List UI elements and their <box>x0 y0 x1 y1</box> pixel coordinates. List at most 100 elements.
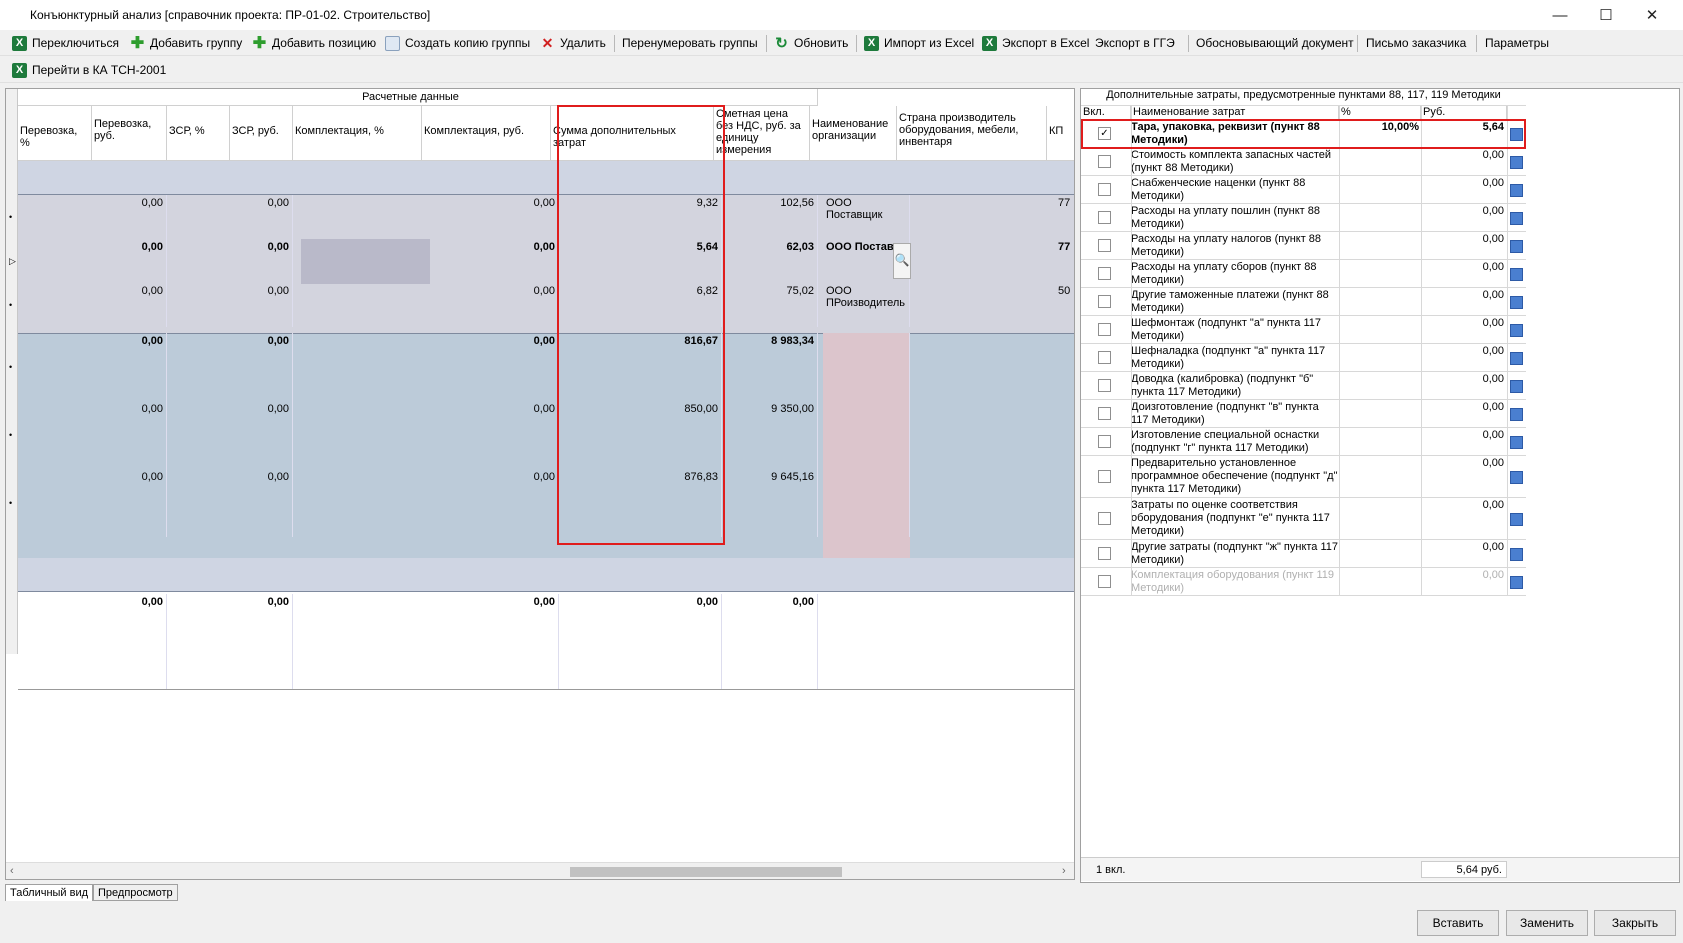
col-header-percent[interactable]: % <box>1339 106 1421 120</box>
row-marker[interactable]: • <box>9 212 12 222</box>
cost-rub[interactable]: 0,00 <box>1421 569 1504 582</box>
cell-transport-rub[interactable]: 0,00 <box>92 401 167 469</box>
cost-calc-icon[interactable] <box>1510 156 1523 169</box>
col-header-zsr-pct[interactable]: ЗСР, % <box>167 106 230 161</box>
cell-zsr-rub[interactable]: 0,00 <box>230 195 293 239</box>
cell-org-name[interactable] <box>823 333 910 401</box>
highlighted-cell[interactable] <box>301 239 430 284</box>
cost-rub[interactable]: 0,00 <box>1421 289 1504 302</box>
cost-calc-icon[interactable] <box>1510 240 1523 253</box>
cost-calc-icon[interactable] <box>1510 184 1523 197</box>
cost-enabled-checkbox[interactable] <box>1098 575 1111 588</box>
cost-enabled-checkbox[interactable] <box>1098 512 1111 525</box>
cell-org-name[interactable] <box>823 401 910 469</box>
cost-enabled-checkbox[interactable] <box>1098 379 1111 392</box>
cost-rub[interactable]: 0,00 <box>1421 457 1504 470</box>
cell-complect-rub[interactable]: 0,00 <box>422 333 559 401</box>
export-gge-button[interactable]: Экспорт в ГГЭ <box>1095 33 1175 53</box>
cost-enabled-checkbox[interactable] <box>1098 211 1111 224</box>
cost-calc-icon[interactable] <box>1510 296 1523 309</box>
row-marker[interactable]: • <box>9 430 12 440</box>
cost-enabled-checkbox[interactable] <box>1098 295 1111 308</box>
cost-enabled-checkbox[interactable] <box>1098 351 1111 364</box>
cell-transport-rub[interactable]: 0,00 <box>92 469 167 537</box>
delete-button[interactable]: ✕ Удалить <box>540 33 606 53</box>
col-header-kp[interactable]: КП <box>1047 106 1074 161</box>
cell-kp[interactable] <box>1055 469 1074 537</box>
col-header-estimated-price[interactable]: Сметная цена без НДС, руб. за единицу из… <box>714 106 810 161</box>
cell-transport-rub[interactable]: 0,00 <box>92 333 167 401</box>
replace-button[interactable]: Заменить <box>1506 910 1588 936</box>
cost-row[interactable]: Предварительно установленное программное… <box>1081 456 1526 498</box>
cost-rub[interactable]: 0,00 <box>1421 541 1504 554</box>
cell-kp[interactable]: 77 <box>1055 239 1074 283</box>
renumber-groups-button[interactable]: Перенумеровать группы <box>622 33 758 53</box>
cell-transport-rub[interactable]: 0,00 <box>92 239 167 283</box>
cell-estimated-price[interactable]: 75,02 <box>722 283 818 327</box>
parameters-button[interactable]: Параметры <box>1485 33 1549 53</box>
row-marker[interactable]: • <box>9 362 12 372</box>
scrollbar-thumb[interactable] <box>570 867 842 877</box>
cost-row[interactable]: Расходы на уплату налогов (пункт 88 Мето… <box>1081 232 1526 260</box>
cell-zsr-rub[interactable]: 0,00 <box>230 239 293 283</box>
cost-row[interactable]: Другие затраты (подпункт "ж" пункта 117 … <box>1081 540 1526 568</box>
close-window-button[interactable]: ✕ <box>1629 0 1675 30</box>
cell-estimated-price[interactable]: 9 350,00 <box>722 401 818 469</box>
refresh-button[interactable]: ↻ Обновить <box>774 33 848 53</box>
maximize-button[interactable]: ☐ <box>1583 0 1629 30</box>
row-marker[interactable]: ▷ <box>9 256 16 267</box>
cell-complect-rub[interactable]: 0,00 <box>422 239 559 283</box>
row-marker[interactable]: • <box>9 300 12 310</box>
cost-enabled-checkbox[interactable] <box>1098 470 1111 483</box>
cell-zsr-rub[interactable]: 0,00 <box>230 283 293 327</box>
col-header-country[interactable]: Страна производитель оборудования, мебел… <box>897 106 1047 161</box>
cost-row[interactable]: Расходы на уплату сборов (пункт 88 Метод… <box>1081 260 1526 288</box>
col-header-zsr-rub[interactable]: ЗСР, руб. <box>230 106 293 161</box>
cost-calc-icon[interactable] <box>1510 471 1523 484</box>
cost-rub[interactable]: 0,00 <box>1421 499 1504 512</box>
col-header-org-name[interactable]: Наименование организации <box>810 106 897 161</box>
col-header-cost-name[interactable]: Наименование затрат <box>1131 106 1339 120</box>
cell-zsr-rub[interactable]: 0,00 <box>230 333 293 401</box>
cost-rub[interactable]: 0,00 <box>1421 177 1504 190</box>
cost-enabled-checkbox[interactable] <box>1098 407 1111 420</box>
cell-transport-rub[interactable]: 0,00 <box>92 283 167 327</box>
scroll-right-arrow[interactable]: › <box>1062 865 1066 877</box>
cell-transport-rub[interactable]: 0,00 <box>92 195 167 239</box>
cost-row[interactable]: Шефналадка (подпункт "а" пункта 117 Мето… <box>1081 344 1526 372</box>
cost-row[interactable]: Снабженческие наценки (пункт 88 Методики… <box>1081 176 1526 204</box>
cell-complect-rub[interactable]: 0,00 <box>422 469 559 537</box>
cost-row[interactable]: Доизготовление (подпункт "в" пункта 117 … <box>1081 400 1526 428</box>
cost-calc-icon[interactable] <box>1510 352 1523 365</box>
cost-calc-icon[interactable] <box>1510 408 1523 421</box>
cost-calc-icon[interactable] <box>1510 436 1523 449</box>
cell-estimated-price[interactable]: 8 983,34 <box>722 333 818 401</box>
cost-rub[interactable]: 0,00 <box>1421 149 1504 162</box>
cost-row[interactable]: Шефмонтаж (подпункт "а" пункта 117 Метод… <box>1081 316 1526 344</box>
cell-estimated-price[interactable]: 9 645,16 <box>722 469 818 537</box>
cell-kp[interactable]: 50 <box>1055 283 1074 327</box>
cell-zsr-rub[interactable]: 0,00 <box>230 401 293 469</box>
goto-ka-tsn-button[interactable]: X Перейти в КА ТСН-2001 <box>12 60 166 80</box>
cost-calc-icon[interactable] <box>1510 324 1523 337</box>
insert-button[interactable]: Вставить <box>1417 910 1499 936</box>
cost-enabled-checkbox[interactable] <box>1098 183 1111 196</box>
import-excel-button[interactable]: X Импорт из Excel <box>864 33 974 53</box>
tab-table-view[interactable]: Табличный вид <box>5 884 94 901</box>
col-header-transport-rub[interactable]: Перевозка, руб. <box>92 106 167 161</box>
scroll-left-arrow[interactable]: ‹ <box>10 865 14 877</box>
col-header-enabled[interactable]: Вкл. <box>1081 106 1131 120</box>
cost-rub[interactable]: 0,00 <box>1421 317 1504 330</box>
group-row[interactable] <box>18 161 1074 195</box>
search-icon[interactable]: 🔍 <box>893 243 911 279</box>
cell-org-name[interactable]: ООО ПРоизводитель <box>823 283 910 327</box>
cost-rub[interactable]: 0,00 <box>1421 205 1504 218</box>
cost-row[interactable]: Доводка (калибровка) (подпункт "б" пункт… <box>1081 372 1526 400</box>
cell-zsr-rub[interactable]: 0,00 <box>230 469 293 537</box>
export-excel-button[interactable]: X Экспорт в Excel <box>982 33 1089 53</box>
cost-rub[interactable]: 0,00 <box>1421 345 1504 358</box>
switch-button[interactable]: X Переключиться <box>12 33 119 53</box>
col-header-complect-rub[interactable]: Комплектация, руб. <box>422 106 551 161</box>
cost-row[interactable]: Затраты по оценке соответствия оборудова… <box>1081 498 1526 540</box>
cell-org-name[interactable]: ООО Поставщик <box>823 195 910 239</box>
